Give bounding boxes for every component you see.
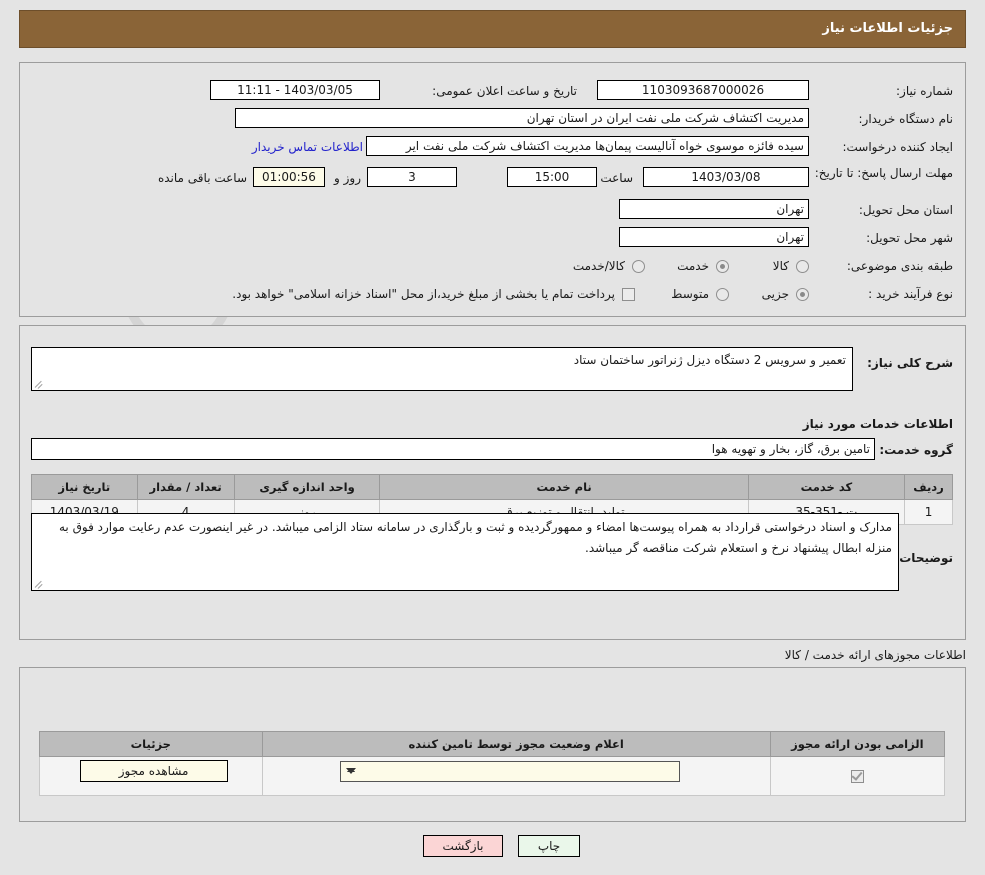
permit-details-cell: مشاهده مجوز <box>39 756 263 796</box>
services-table-header-row: ردیف کد خدمت نام خدمت واحد اندازه گیری تعداد… <box>31 474 953 500</box>
buyer-notes-box[interactable]: مدارک و اسناد درخواستی قرارداد به همراه … <box>31 513 899 591</box>
checkbox-permit-required <box>850 770 864 783</box>
purchase-process-label: نوع فرآیند خرید : <box>868 287 953 301</box>
need-detail-panel: شرح کلی نیاز: تعمیر و سرویس 2 دستگاه دیز… <box>19 325 966 640</box>
buyer-org-value: مدیریت اکتشاف شرکت ملی نفت ایران در استا… <box>235 108 809 128</box>
radio-category-service-label: خدمت <box>677 259 709 273</box>
chevron-down-icon <box>345 768 356 774</box>
permits-table: الزامی بودن ارائه مجوز اعلام وضعیت مجوز ت… <box>39 731 946 796</box>
buyer-notes-value: مدارک و اسناد درخواستی قرارداد به همراه … <box>59 520 892 555</box>
subject-category-label: طبقه بندی موضوعی: <box>846 259 953 273</box>
permits-section-title: اطلاعات مجوزهای ارائه خدمت / کالا <box>784 648 966 662</box>
service-group-label: گروه خدمت: <box>879 443 953 457</box>
services-col-4: تعداد / مقدار <box>136 474 235 500</box>
need-summary-panel: شماره نیاز: 1103093687000026 تاریخ و ساع… <box>19 62 966 317</box>
permits-col-2: جزئیات <box>39 731 263 757</box>
delivery-city-label: شهر محل تحویل: <box>866 231 953 245</box>
permits-col-0: الزامی بودن ارائه مجوز <box>769 731 946 757</box>
remaining-hours-label: ساعت باقی مانده <box>157 171 247 185</box>
services-col-1: کد خدمت <box>747 474 906 500</box>
window-header: جزئیات اطلاعات نیاز <box>19 10 966 48</box>
countdown-timer-value: 01:00:56 <box>253 167 325 187</box>
permits-table-row: -- مشاهده مجوز <box>39 756 946 796</box>
need-number-value: 1103093687000026 <box>597 80 809 100</box>
buyer-contact-link[interactable]: اطلاعات تماس خریدار <box>252 140 363 154</box>
view-permit-button[interactable]: مشاهده مجوز <box>79 760 228 782</box>
days-left-value: 3 <box>367 167 457 187</box>
services-col-3: واحد اندازه گیری <box>233 474 381 500</box>
response-deadline-label: مهلت ارسال پاسخ: تا تاریخ: <box>814 166 953 180</box>
permits-col-1: اعلام وضعیت مجوز توسط تامین کننده <box>261 731 771 757</box>
radio-process-medium[interactable] <box>716 288 729 301</box>
permit-status-cell: -- <box>261 756 771 796</box>
need-number-label: شماره نیاز: <box>896 84 953 98</box>
radio-process-medium-label: متوسط <box>671 287 709 301</box>
announce-date-label: تاریخ و ساعت اعلان عمومی: <box>432 84 577 98</box>
radio-category-goods-service[interactable] <box>632 260 645 273</box>
treasury-documents-label: پرداخت تمام یا بخشی از مبلغ خرید،از محل … <box>232 287 615 301</box>
delivery-province-label: استان محل تحویل: <box>858 203 953 217</box>
radio-category-goods-service-label: کالا/خدمت <box>572 259 625 273</box>
delivery-city-value: تهران <box>619 227 809 247</box>
radio-process-minor-label: جزیی <box>761 287 789 301</box>
services-section-title: اطلاعات خدمات مورد نیاز <box>802 417 953 431</box>
delivery-province-value: تهران <box>619 199 809 219</box>
radio-category-goods-label: کالا <box>772 259 789 273</box>
announce-date-value: 1403/03/05 - 11:11 <box>210 80 380 100</box>
back-button[interactable]: بازگشت <box>423 835 503 857</box>
services-col-5: تاریخ نیاز <box>31 474 138 500</box>
resize-grip-icon[interactable] <box>35 580 44 589</box>
services-col-2: نام خدمت <box>379 474 749 500</box>
permits-panel: الزامی بودن ارائه مجوز اعلام وضعیت مجوز ت… <box>19 667 966 822</box>
need-description-label: شرح کلی نیاز: <box>867 356 953 370</box>
radio-process-minor[interactable] <box>796 288 809 301</box>
need-description-box[interactable]: تعمیر و سرویس 2 دستگاه دیزل ژنراتور ساخت… <box>31 347 853 391</box>
page-title: جزئیات اطلاعات نیاز <box>822 21 953 36</box>
radio-category-service[interactable] <box>716 260 729 273</box>
resize-grip-icon[interactable] <box>35 380 44 389</box>
days-and-label: روز و <box>334 171 361 185</box>
services-cell-0: 1 <box>904 499 953 525</box>
need-description-value: تعمیر و سرویس 2 دستگاه دیزل ژنراتور ساخت… <box>573 353 846 367</box>
permit-status-select[interactable]: -- <box>339 761 680 782</box>
deadline-time-value: 15:00 <box>507 167 597 187</box>
request-creator-value: سیده فائزه موسوی خواه آنالیست پیمان‌ها م… <box>366 136 809 156</box>
deadline-date-value: 1403/03/08 <box>643 167 809 187</box>
radio-category-goods[interactable] <box>796 260 809 273</box>
hour-label: ساعت <box>600 171 633 185</box>
buyer-org-label: نام دستگاه خریدار: <box>858 112 954 126</box>
services-col-0: ردیف <box>904 474 953 500</box>
permit-required-cell <box>769 756 946 796</box>
print-button[interactable]: چاپ <box>518 835 580 857</box>
request-creator-label: ایجاد کننده درخواست: <box>842 140 953 154</box>
checkbox-treasury-documents[interactable] <box>622 288 635 301</box>
service-group-value: تامین برق، گاز، بخار و تهویه هوا <box>31 438 875 460</box>
permits-table-header-row: الزامی بودن ارائه مجوز اعلام وضعیت مجوز ت… <box>39 731 946 757</box>
